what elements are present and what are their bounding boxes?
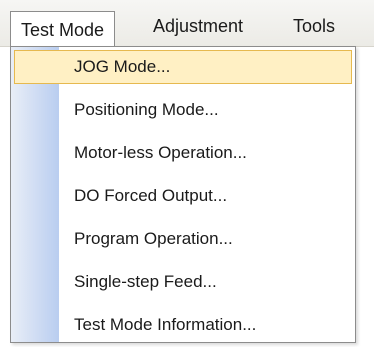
menu-test-mode[interactable]: Test Mode (10, 11, 116, 47)
menu-item-label: Test Mode Information... (74, 315, 257, 334)
menu-item-single-step-feed[interactable]: Single-step Feed... (14, 265, 352, 299)
menu-item-jog-mode[interactable]: JOG Mode... (14, 50, 352, 84)
menu-item-label: Positioning Mode... (74, 100, 219, 119)
menu-item-label: JOG Mode... (74, 57, 171, 76)
menu-tools[interactable]: Tools (283, 12, 345, 40)
test-mode-dropdown: JOG Mode... Positioning Mode... Motor-le… (10, 46, 356, 343)
menu-item-do-forced-output[interactable]: DO Forced Output... (14, 179, 352, 213)
menu-item-positioning-mode[interactable]: Positioning Mode... (14, 93, 352, 127)
menu-item-label: Program Operation... (74, 229, 233, 248)
menu-item-motor-less-operation[interactable]: Motor-less Operation... (14, 136, 352, 170)
menu-item-label: Single-step Feed... (74, 272, 217, 291)
menu-bar: Test Mode Adjustment Tools (0, 0, 374, 47)
menu-item-label: DO Forced Output... (74, 186, 228, 205)
menu-adjustment[interactable]: Adjustment (143, 12, 253, 40)
menu-item-test-mode-information[interactable]: Test Mode Information... (14, 308, 352, 342)
menu-item-label: Motor-less Operation... (74, 143, 247, 162)
menu-item-program-operation[interactable]: Program Operation... (14, 222, 352, 256)
screen: Test Mode Adjustment Tools JOG Mode... P… (0, 0, 374, 347)
